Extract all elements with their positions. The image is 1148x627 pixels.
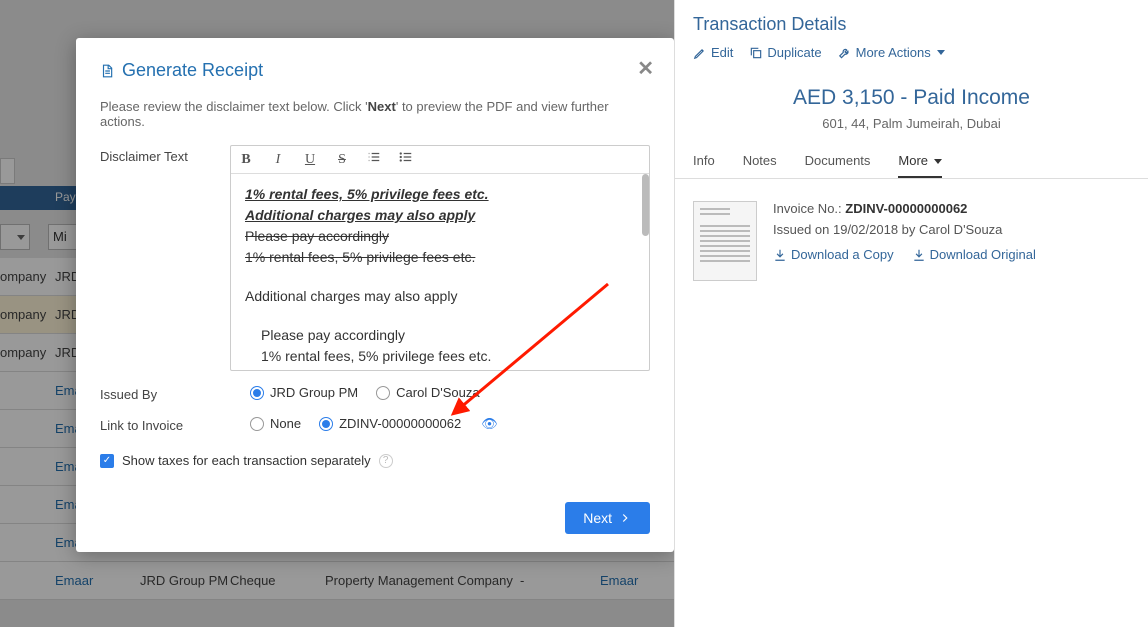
modal-title: Generate Receipt (100, 60, 650, 81)
show-taxes-checkbox[interactable]: ✓ (100, 454, 114, 468)
radio-icon (319, 417, 333, 431)
disclaimer-editor[interactable]: B I U S 1% rental fees, 5% privilege fee… (230, 145, 650, 371)
issued-by-carol-radio[interactable]: Carol D'Souza (376, 385, 479, 400)
download-icon (773, 248, 787, 262)
document-thumbnail[interactable] (693, 201, 757, 281)
duplicate-button[interactable]: Duplicate (749, 45, 821, 60)
tab-info[interactable]: Info (693, 153, 715, 178)
help-icon[interactable]: ? (379, 454, 393, 468)
copy-icon (749, 46, 763, 60)
download-original-link[interactable]: Download Original (912, 247, 1036, 262)
radio-label: ZDINV-00000000062 (339, 416, 461, 431)
link-invoice-none-radio[interactable]: None (250, 416, 301, 431)
wrench-icon (838, 46, 852, 60)
radio-icon (250, 386, 264, 400)
modal-title-text: Generate Receipt (122, 60, 263, 81)
modal-subtitle: Please review the disclaimer text below.… (100, 99, 650, 129)
scrollbar[interactable] (642, 174, 649, 236)
eye-icon[interactable]: 👁 (481, 416, 498, 432)
transaction-amount: AED 3,150 - Paid Income (675, 86, 1148, 110)
issued-by-label: Issued By (100, 383, 250, 402)
chevron-right-icon (618, 511, 632, 525)
chevron-down-icon (934, 159, 942, 164)
transaction-location: 601, 44, Palm Jumeirah, Dubai (675, 116, 1148, 131)
radio-label: JRD Group PM (270, 385, 358, 400)
ordered-list-button[interactable] (365, 150, 383, 169)
tab-documents[interactable]: Documents (805, 153, 871, 178)
next-button-label: Next (583, 510, 612, 526)
radio-label: Carol D'Souza (396, 385, 479, 400)
radio-icon (250, 417, 264, 431)
issued-text: Issued on 19/02/2018 by Carol D'Souza (773, 222, 1130, 237)
radio-label: None (270, 416, 301, 431)
bold-button[interactable]: B (237, 152, 255, 168)
link-invoice-zdinv-radio[interactable]: ZDINV-00000000062 (319, 416, 461, 431)
more-actions-button[interactable]: More Actions (838, 45, 945, 60)
document-icon (100, 64, 114, 78)
transaction-details-panel: Transaction Details Edit Duplicate More … (674, 0, 1148, 627)
tab-notes[interactable]: Notes (743, 153, 777, 178)
chevron-down-icon (937, 50, 945, 55)
show-taxes-label: Show taxes for each transaction separate… (122, 453, 371, 468)
pencil-icon (693, 46, 707, 60)
issued-by-jrd-radio[interactable]: JRD Group PM (250, 385, 358, 400)
download-icon (912, 248, 926, 262)
editor-toolbar: B I U S (231, 146, 649, 174)
edit-button[interactable]: Edit (693, 45, 733, 60)
invoice-number: Invoice No.: ZDINV-00000000062 (773, 201, 1130, 216)
generate-receipt-modal: Generate Receipt ✕ Please review the dis… (76, 38, 674, 552)
link-invoice-label: Link to Invoice (100, 414, 250, 433)
disclaimer-label: Disclaimer Text (100, 145, 230, 164)
close-icon[interactable]: ✕ (637, 56, 654, 81)
tab-more[interactable]: More (898, 153, 941, 178)
italic-button[interactable]: I (269, 152, 287, 168)
next-button[interactable]: Next (565, 502, 650, 534)
unordered-list-button[interactable] (397, 150, 415, 169)
radio-icon (376, 386, 390, 400)
panel-title: Transaction Details (693, 14, 1130, 35)
strikethrough-button[interactable]: S (333, 152, 351, 168)
editor-content[interactable]: 1% rental fees, 5% privilege fees etc. A… (231, 174, 649, 370)
download-copy-link[interactable]: Download a Copy (773, 247, 894, 262)
underline-button[interactable]: U (301, 152, 319, 168)
